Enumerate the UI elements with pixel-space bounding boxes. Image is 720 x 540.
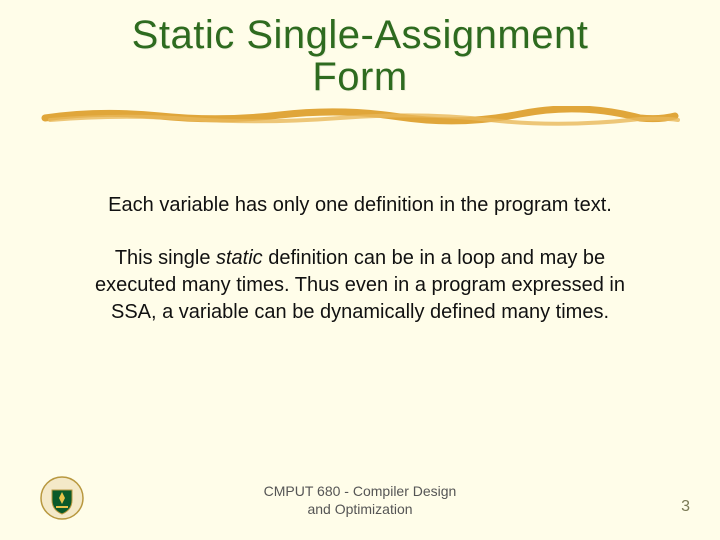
para-text-1: This single bbox=[115, 247, 216, 269]
slide-title: Static Single-Assignment Form bbox=[0, 0, 720, 98]
brush-underline-icon bbox=[40, 106, 680, 126]
footer-course-label: CMPUT 680 - Compiler Design and Optimiza… bbox=[264, 483, 457, 518]
title-line-2: Form bbox=[312, 55, 407, 99]
footer-line-2: and Optimization bbox=[307, 501, 412, 517]
footer-line-1: CMPUT 680 - Compiler Design bbox=[264, 483, 457, 499]
definition-line: Each variable has only one definition in… bbox=[0, 194, 720, 217]
slide-footer: CMPUT 680 - Compiler Design and Optimiza… bbox=[0, 470, 720, 520]
para-static-word: static bbox=[216, 247, 263, 269]
page-number: 3 bbox=[681, 498, 690, 516]
title-underline bbox=[0, 106, 720, 126]
title-line-1: Static Single-Assignment bbox=[132, 13, 589, 57]
explanation-paragraph: This single static definition can be in … bbox=[0, 245, 720, 326]
university-crest-icon bbox=[40, 476, 84, 520]
